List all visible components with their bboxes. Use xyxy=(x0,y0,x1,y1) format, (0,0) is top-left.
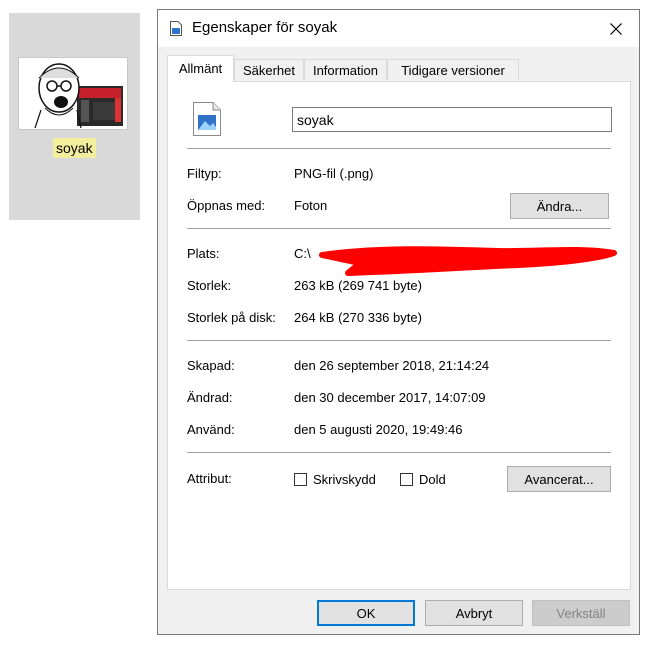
change-button[interactable]: Ändra... xyxy=(510,193,609,219)
desktop-file-item[interactable]: soyak xyxy=(9,13,140,220)
tab-security[interactable]: Säkerhet xyxy=(234,59,304,80)
file-name-label[interactable]: soyak xyxy=(53,138,96,158)
redaction-scribble xyxy=(319,246,617,276)
created-label: Skapad: xyxy=(187,358,235,373)
readonly-label[interactable]: Skrivskydd xyxy=(313,472,376,487)
close-button[interactable] xyxy=(593,10,639,47)
file-icon xyxy=(170,21,182,39)
advanced-button[interactable]: Avancerat... xyxy=(507,466,611,492)
created-value: den 26 september 2018, 21:14:24 xyxy=(294,358,490,373)
size-value: 263 kB (269 741 byte) xyxy=(294,278,422,293)
image-file-icon xyxy=(193,102,221,139)
attributes-label: Attribut: xyxy=(187,471,232,486)
modified-value: den 30 december 2017, 14:07:09 xyxy=(294,390,486,405)
hidden-label[interactable]: Dold xyxy=(419,472,446,487)
tab-details[interactable]: Information xyxy=(304,59,387,80)
size-on-disk-label: Storlek på disk: xyxy=(187,310,276,325)
close-icon xyxy=(610,22,622,35)
size-label: Storlek: xyxy=(187,278,232,293)
opens-with-label: Öppnas med: xyxy=(187,198,266,213)
accessed-value: den 5 augusti 2020, 19:49:46 xyxy=(294,422,463,437)
separator xyxy=(187,340,611,341)
filetype-value: PNG-fil (.png) xyxy=(294,166,374,181)
readonly-checkbox[interactable] xyxy=(294,473,307,486)
file-name-input[interactable] xyxy=(292,107,612,132)
hidden-checkbox[interactable] xyxy=(400,473,413,486)
modified-label: Ändrad: xyxy=(187,390,233,405)
separator xyxy=(187,148,611,149)
properties-dialog: Egenskaper för soyak Allmänt Säkerhet In… xyxy=(157,9,640,635)
general-panel: Filtyp: PNG-fil (.png) Öppnas med: Foton… xyxy=(167,81,631,590)
apply-button[interactable]: Verkställ xyxy=(532,600,630,626)
cancel-button[interactable]: Avbryt xyxy=(425,600,523,626)
filetype-label: Filtyp: xyxy=(187,166,222,181)
tab-general[interactable]: Allmänt xyxy=(167,55,234,82)
tab-previous-versions[interactable]: Tidigare versioner xyxy=(387,59,519,80)
accessed-label: Använd: xyxy=(187,422,235,437)
separator xyxy=(187,452,611,453)
file-thumbnail xyxy=(18,57,128,130)
separator xyxy=(187,228,611,229)
location-value: C:\ xyxy=(294,246,311,261)
size-on-disk-value: 264 kB (270 336 byte) xyxy=(294,310,422,325)
dialog-title: Egenskaper för soyak xyxy=(192,19,338,36)
location-label: Plats: xyxy=(187,246,220,261)
title-bar[interactable]: Egenskaper för soyak xyxy=(158,10,639,47)
ok-button[interactable]: OK xyxy=(317,600,415,626)
opens-with-value: Foton xyxy=(294,198,328,213)
